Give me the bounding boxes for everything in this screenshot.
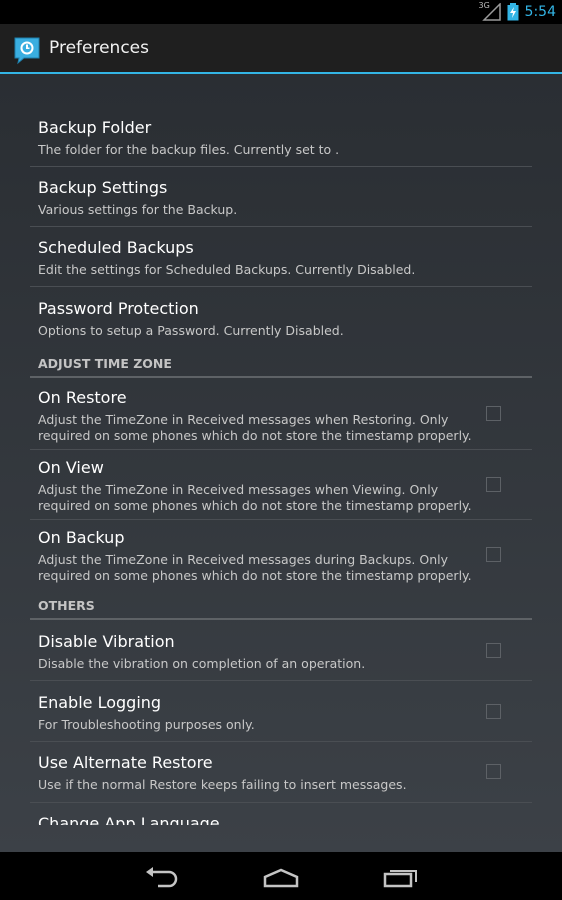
status-clock: 5:54 bbox=[524, 4, 556, 20]
category-label: OTHERS bbox=[38, 598, 95, 613]
network-type: 3G bbox=[478, 1, 490, 10]
pref-summary: The folder for the backup files. Current… bbox=[38, 142, 340, 157]
disable-vibration-checkbox[interactable] bbox=[486, 643, 501, 658]
pref-title: Use Alternate Restore bbox=[38, 753, 213, 772]
recents-button[interactable] bbox=[381, 862, 421, 890]
signal-icon: 3G bbox=[478, 1, 501, 21]
on-restore-checkbox[interactable] bbox=[486, 406, 501, 421]
pref-summary: Use if the normal Restore keeps failing … bbox=[38, 777, 407, 792]
back-icon bbox=[146, 867, 178, 888]
navigation-bar bbox=[0, 852, 562, 900]
pref-use-alternate-restore[interactable]: Use Alternate Restore Use if the normal … bbox=[30, 742, 532, 803]
pref-summary: Edit the settings for Scheduled Backups.… bbox=[38, 262, 416, 277]
pref-summary: Disable the vibration on completion of a… bbox=[38, 656, 366, 671]
app-icon[interactable] bbox=[12, 35, 42, 65]
category-label: ADJUST TIME ZONE bbox=[38, 356, 172, 371]
home-icon bbox=[263, 868, 299, 888]
pref-summary: Adjust the TimeZone in Received messages… bbox=[38, 552, 472, 583]
category-others: OTHERS bbox=[30, 598, 532, 620]
pref-title: On Backup bbox=[38, 528, 125, 547]
enable-logging-checkbox[interactable] bbox=[486, 704, 501, 719]
pref-title: Change App Language bbox=[38, 814, 220, 825]
pref-summary: Adjust the TimeZone in Received messages… bbox=[38, 482, 472, 513]
pref-backup-folder[interactable]: Backup Folder The folder for the backup … bbox=[30, 108, 532, 167]
pref-title: On Restore bbox=[38, 388, 127, 407]
page-title: Preferences bbox=[49, 38, 149, 58]
pref-title: Password Protection bbox=[38, 299, 199, 318]
pref-on-view[interactable]: On View Adjust the TimeZone in Received … bbox=[30, 450, 532, 520]
recents-icon bbox=[383, 870, 417, 888]
pref-title: Backup Folder bbox=[38, 118, 152, 137]
action-bar: Preferences bbox=[0, 24, 562, 74]
back-button[interactable] bbox=[141, 862, 181, 890]
use-alternate-restore-checkbox[interactable] bbox=[486, 764, 501, 779]
pref-summary: Options to setup a Password. Currently D… bbox=[38, 323, 344, 338]
pref-title: Scheduled Backups bbox=[38, 238, 194, 257]
pref-title: On View bbox=[38, 458, 104, 477]
category-adjust-time-zone: ADJUST TIME ZONE bbox=[30, 356, 532, 378]
pref-summary: For Troubleshooting purposes only. bbox=[38, 717, 255, 732]
pref-scheduled-backups[interactable]: Scheduled Backups Edit the settings for … bbox=[30, 227, 532, 287]
home-button[interactable] bbox=[261, 862, 301, 890]
pref-on-backup[interactable]: On Backup Adjust the TimeZone in Receive… bbox=[30, 520, 532, 590]
pref-summary: Adjust the TimeZone in Received messages… bbox=[38, 412, 472, 443]
pref-on-restore[interactable]: On Restore Adjust the TimeZone in Receiv… bbox=[30, 379, 532, 450]
status-icons: 3G 5:54 bbox=[478, 1, 556, 22]
on-view-checkbox[interactable] bbox=[486, 477, 501, 492]
status-bar: 3G 5:54 bbox=[0, 0, 562, 24]
pref-password-protection[interactable]: Password Protection Options to setup a P… bbox=[30, 287, 532, 349]
pref-enable-logging[interactable]: Enable Logging For Troubleshooting purpo… bbox=[30, 681, 532, 742]
pref-backup-settings[interactable]: Backup Settings Various settings for the… bbox=[30, 167, 532, 227]
pref-disable-vibration[interactable]: Disable Vibration Disable the vibration … bbox=[30, 620, 532, 681]
pref-change-app-language[interactable]: Change App Language bbox=[30, 803, 532, 825]
battery-charging-icon bbox=[507, 3, 519, 21]
pref-summary: Various settings for the Backup. bbox=[38, 202, 238, 217]
pref-title: Disable Vibration bbox=[38, 632, 175, 651]
pref-title: Backup Settings bbox=[38, 178, 168, 197]
on-backup-checkbox[interactable] bbox=[486, 547, 501, 562]
pref-title: Enable Logging bbox=[38, 693, 162, 712]
android-screen: 3G 5:54 Preferences Backup Folder The fo… bbox=[0, 0, 562, 900]
preferences-list: Backup Folder The folder for the backup … bbox=[0, 74, 562, 852]
